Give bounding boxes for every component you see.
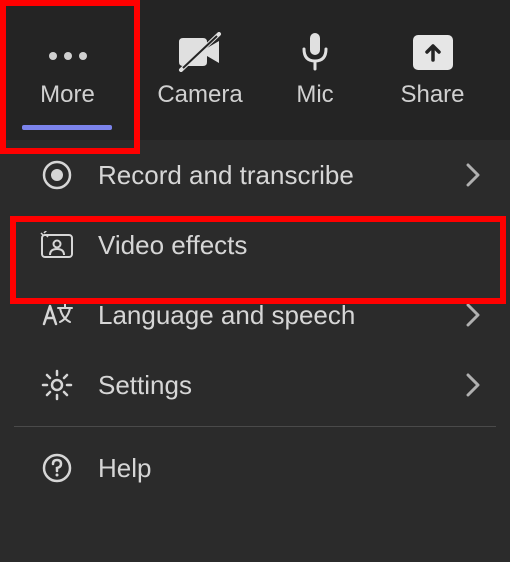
menu-label-language: Language and speech: [98, 300, 466, 331]
share-icon: [413, 35, 453, 70]
language-icon: [38, 296, 76, 334]
more-menu: Record and transcribe Video effects Lang…: [0, 140, 510, 503]
menu-label-record: Record and transcribe: [98, 160, 466, 191]
menu-item-video-effects[interactable]: Video effects: [0, 210, 510, 280]
help-icon: [38, 449, 76, 487]
share-label: Share: [400, 81, 464, 109]
chevron-right-icon: [466, 303, 480, 327]
camera-button[interactable]: Camera: [135, 31, 265, 109]
mic-label: Mic: [296, 81, 333, 109]
mic-button[interactable]: Mic: [265, 31, 365, 109]
video-effects-icon: [38, 226, 76, 264]
more-label: More: [40, 81, 95, 109]
chevron-right-icon: [466, 163, 480, 187]
ellipsis-icon: [49, 52, 87, 60]
record-icon: [38, 156, 76, 194]
menu-item-record[interactable]: Record and transcribe: [0, 140, 510, 210]
mic-icon: [300, 31, 330, 73]
camera-off-icon: [175, 31, 225, 73]
menu-label-help: Help: [98, 453, 480, 484]
more-button[interactable]: More: [0, 0, 135, 140]
camera-label: Camera: [157, 81, 242, 109]
menu-label-settings: Settings: [98, 370, 466, 401]
gear-icon: [38, 366, 76, 404]
menu-label-video-effects: Video effects: [98, 230, 480, 261]
menu-item-language[interactable]: Language and speech: [0, 280, 510, 350]
menu-item-help[interactable]: Help: [0, 433, 510, 503]
chevron-right-icon: [466, 373, 480, 397]
share-button[interactable]: Share: [365, 31, 500, 109]
active-tab-indicator: [22, 125, 112, 130]
menu-divider: [14, 426, 496, 427]
meeting-toolbar: More Camera Mic: [0, 0, 510, 140]
menu-item-settings[interactable]: Settings: [0, 350, 510, 420]
